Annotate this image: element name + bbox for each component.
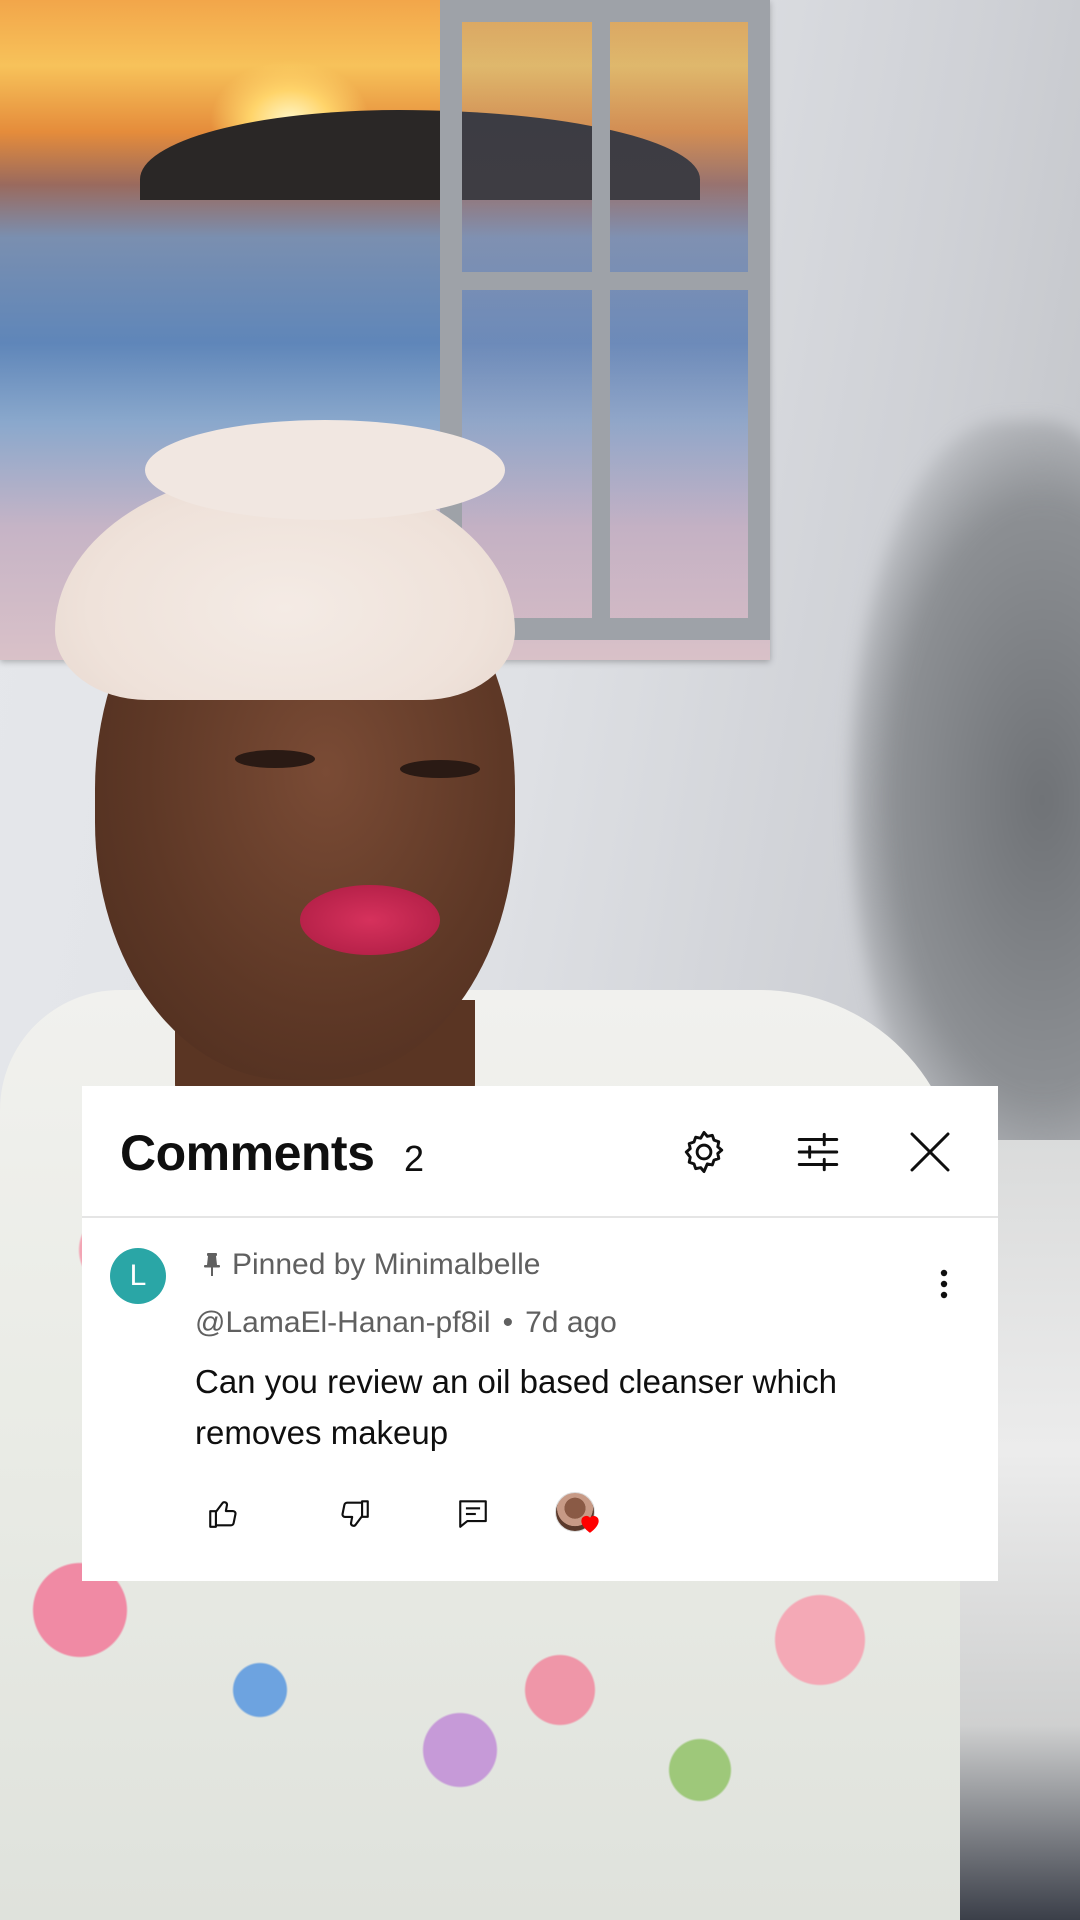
comment-more-button[interactable] (920, 1256, 968, 1312)
dislike-button[interactable] (327, 1486, 383, 1542)
close-button[interactable] (900, 1122, 960, 1182)
comment-text: Can you review an oil based cleanser whi… (195, 1363, 838, 1451)
like-icon (209, 1501, 237, 1528)
video-frame[interactable] (0, 0, 1080, 1920)
gear-icon (684, 1130, 724, 1174)
comments-panel: Comments 2 L Pinned by Minimalbelle @Lam… (82, 1086, 998, 1581)
comment-meta: @LamaEl-Hanan-pf8il • 7d ago (195, 1306, 617, 1340)
avatar-letter: L (129, 1259, 147, 1292)
left-eye (235, 750, 315, 768)
pin-icon (204, 1253, 220, 1276)
pinned-label: Pinned by Minimalbelle (200, 1248, 541, 1282)
comment-author[interactable]: @LamaEl-Hanan-pf8il (195, 1306, 491, 1340)
headband-bow (145, 420, 505, 520)
close-icon (910, 1132, 950, 1172)
meta-separator: • (502, 1306, 514, 1339)
dislike-icon (341, 1500, 369, 1527)
comments-count: 2 (404, 1138, 425, 1179)
like-button[interactable] (195, 1486, 251, 1542)
creator-heart (555, 1492, 615, 1542)
reply-icon (459, 1500, 487, 1528)
tapestry-window (440, 0, 770, 640)
more-vertical-icon (940, 1269, 948, 1299)
reply-button[interactable] (445, 1486, 501, 1542)
right-eye (400, 760, 480, 778)
filter-button[interactable] (788, 1122, 848, 1182)
avatar[interactable]: L (110, 1248, 166, 1304)
comment-actions (195, 1486, 695, 1542)
comments-title: Comments (120, 1125, 375, 1181)
settings-button[interactable] (674, 1122, 734, 1182)
heart-icon (581, 1515, 599, 1533)
person-lips (300, 885, 440, 955)
pinned-text: Pinned by Minimalbelle (232, 1248, 541, 1281)
comments-header: Comments 2 (82, 1086, 998, 1218)
sliders-icon (797, 1132, 839, 1172)
comment-time: 7d ago (525, 1306, 617, 1339)
